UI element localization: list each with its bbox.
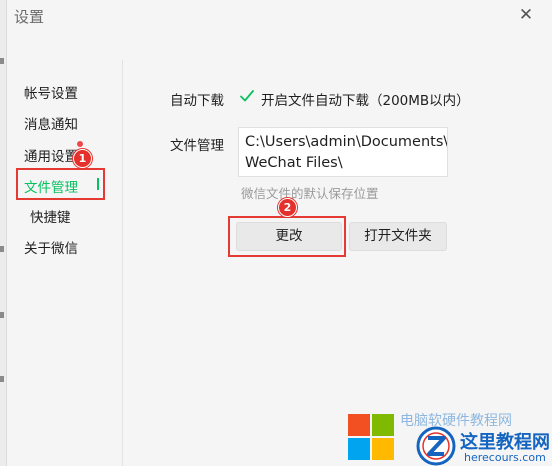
notification-dot <box>77 141 83 147</box>
sidebar-divider <box>122 60 123 466</box>
step-1-callout: 1 <box>73 149 92 168</box>
highlight-box-file-management <box>16 168 105 200</box>
watermark-url: herecours.com <box>464 451 546 464</box>
sidebar-item-notifications[interactable]: 消息通知 <box>24 113 78 133</box>
auto-download-checkbox[interactable] <box>239 88 255 104</box>
windows-logo-icon <box>348 414 398 464</box>
save-path-hint: 微信文件的默认保存位置 <box>241 186 379 201</box>
logo-tile <box>348 414 370 436</box>
window-title: 设置 <box>14 8 45 26</box>
open-folder-button[interactable]: 打开文件夹 <box>349 222 447 251</box>
z-badge-icon <box>416 426 456 466</box>
logo-tile <box>372 414 394 436</box>
auto-download-checkbox-label[interactable]: 开启文件自动下载（200MB以内） <box>261 89 470 109</box>
auto-download-label: 自动下载 <box>170 93 224 109</box>
sidebar-item-general[interactable]: 通用设置 <box>24 145 78 165</box>
logo-tile <box>348 438 370 460</box>
save-path-line: WeChat Files\ <box>245 155 343 171</box>
close-button[interactable]: ✕ <box>512 2 540 28</box>
step-2-callout: 2 <box>278 198 297 217</box>
save-path-line: C:\Users\admin\Documents\ <box>245 134 448 150</box>
sidebar-item-account[interactable]: 帐号设置 <box>24 82 78 102</box>
save-path-field: C:\Users\admin\Documents\ WeChat Files\ <box>238 127 448 177</box>
highlight-box-change <box>228 216 346 257</box>
sidebar-item-shortcuts[interactable]: 快捷键 <box>30 206 71 226</box>
site-watermark: 电脑软硬件教程网 这里教程网 herecours.com <box>346 410 552 466</box>
logo-tile <box>372 438 394 460</box>
file-management-label: 文件管理 <box>170 138 224 154</box>
sidebar-item-about[interactable]: 关于微信 <box>24 237 78 257</box>
